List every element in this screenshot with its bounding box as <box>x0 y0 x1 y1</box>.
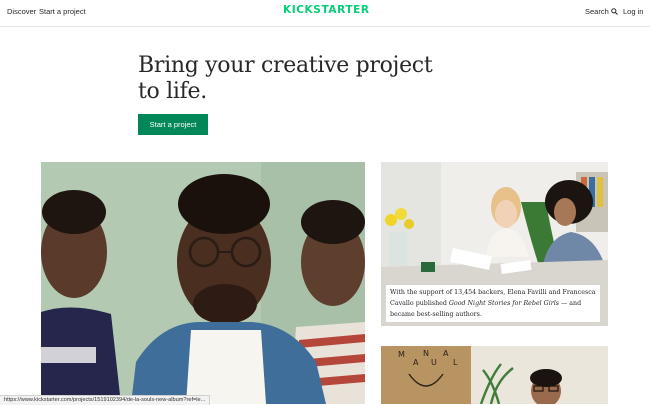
portrait-illustration <box>41 162 365 404</box>
hero-title: Bring your creative project to life. <box>138 53 438 105</box>
kickstarter-logo[interactable]: KICKSTARTER <box>283 4 370 16</box>
search-label: Search <box>585 7 609 16</box>
featured-project-image-manual[interactable]: M A N U A L <box>381 346 608 404</box>
search-button[interactable]: Search <box>585 7 618 16</box>
manual-letter-5: A <box>443 349 449 358</box>
discover-link[interactable]: Discover <box>7 7 36 16</box>
manual-letter-1: M <box>398 350 405 359</box>
manual-letter-2: A <box>413 358 419 367</box>
manual-letter-3: N <box>423 349 429 358</box>
featured-project-image-left[interactable] <box>41 162 365 404</box>
search-icon <box>610 8 618 15</box>
manual-letter-6: L <box>453 358 458 367</box>
start-project-button[interactable]: Start a project <box>138 114 208 135</box>
start-project-link[interactable]: Start a project <box>39 7 86 16</box>
manual-letter-4: U <box>431 358 437 367</box>
top-navigation: Discover Start a project KICKSTARTER Sea… <box>0 0 650 27</box>
caption-book-title: Good Night Stories for Rebel Girls <box>448 300 559 307</box>
manual-photo-illustration <box>381 346 608 404</box>
feature-caption: With the support of 13,454 backers, Elen… <box>386 285 600 322</box>
hero-title-line-1: Bring your creative project <box>138 53 433 78</box>
login-link[interactable]: Log in <box>623 7 643 16</box>
hero-title-line-2: to life. <box>138 79 207 104</box>
